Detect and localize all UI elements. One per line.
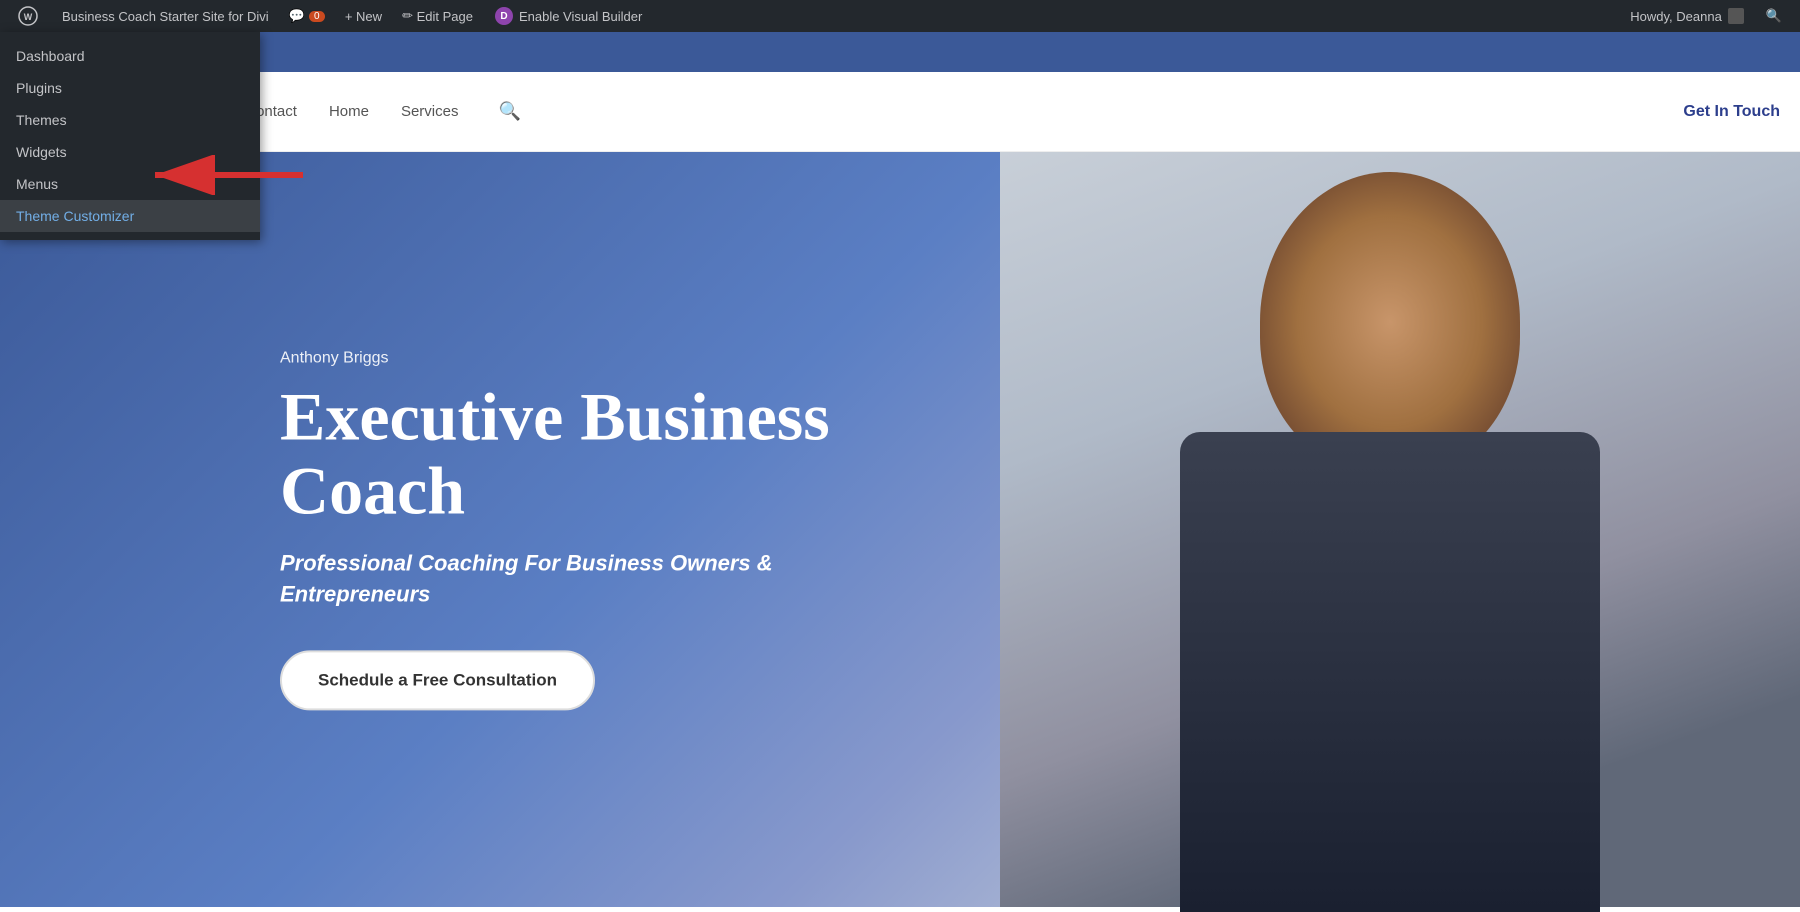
dropdown-item-plugins[interactable]: Plugins bbox=[0, 72, 260, 104]
admin-bar-left: W Business Coach Starter Site for Divi 💬… bbox=[8, 0, 1618, 32]
hero-subtitle: Professional Coaching For Business Owner… bbox=[280, 549, 920, 611]
dropdown-item-dashboard[interactable]: Dashboard bbox=[0, 40, 260, 72]
plus-icon: + bbox=[345, 9, 353, 24]
nav-search-icon[interactable]: 🔍 bbox=[498, 101, 520, 122]
red-arrow bbox=[145, 155, 305, 195]
hero-section: Anthony Briggs Executive Business Coach … bbox=[0, 152, 1800, 907]
navbar: D About Blog Contact Home Services 🔍 Get… bbox=[0, 72, 1800, 152]
person-head bbox=[1260, 172, 1520, 472]
nav-link-services[interactable]: Services bbox=[401, 103, 459, 120]
site-title-button[interactable]: Business Coach Starter Site for Divi bbox=[52, 0, 279, 32]
comment-icon: 💬 bbox=[289, 8, 305, 24]
search-icon: 🔍 bbox=[1766, 8, 1782, 24]
edit-page-button[interactable]: ✏ Edit Page bbox=[392, 0, 483, 32]
avatar bbox=[1728, 8, 1744, 24]
nav-links: About Blog Contact Home Services 🔍 bbox=[112, 101, 1683, 122]
howdy-button[interactable]: Howdy, Deanna bbox=[1618, 0, 1756, 32]
comments-button[interactable]: 💬 0 bbox=[279, 0, 335, 32]
dropdown-menu: Dashboard Plugins Themes Widgets Menus T… bbox=[0, 32, 260, 240]
comments-count: 0 bbox=[309, 11, 325, 22]
admin-bar: W Business Coach Starter Site for Divi 💬… bbox=[0, 0, 1800, 32]
nav-link-home[interactable]: Home bbox=[329, 103, 369, 120]
edit-icon: ✏ bbox=[402, 8, 413, 24]
search-button[interactable]: 🔍 bbox=[1756, 0, 1792, 32]
hero-title: Executive Business Coach bbox=[280, 379, 920, 529]
divi-dot: D bbox=[495, 7, 513, 25]
wp-logo-button[interactable]: W bbox=[8, 0, 52, 32]
hero-author: Anthony Briggs bbox=[280, 349, 920, 367]
hero-content: Anthony Briggs Executive Business Coach … bbox=[280, 349, 920, 710]
hero-background bbox=[1000, 152, 1800, 907]
cta-button[interactable]: Schedule a Free Consultation bbox=[280, 650, 595, 710]
svg-text:W: W bbox=[24, 12, 33, 22]
enable-vb-button[interactable]: D Enable Visual Builder bbox=[483, 0, 654, 32]
person-body bbox=[1180, 432, 1600, 912]
dropdown-item-themes[interactable]: Themes bbox=[0, 104, 260, 136]
top-bar: hello@divibusiness.com bbox=[0, 32, 1800, 72]
dropdown-item-theme-customizer[interactable]: Theme Customizer bbox=[0, 200, 260, 232]
new-button[interactable]: + New bbox=[335, 0, 392, 32]
get-in-touch-button[interactable]: Get In Touch bbox=[1683, 103, 1780, 121]
admin-bar-right: Howdy, Deanna 🔍 bbox=[1618, 0, 1792, 32]
